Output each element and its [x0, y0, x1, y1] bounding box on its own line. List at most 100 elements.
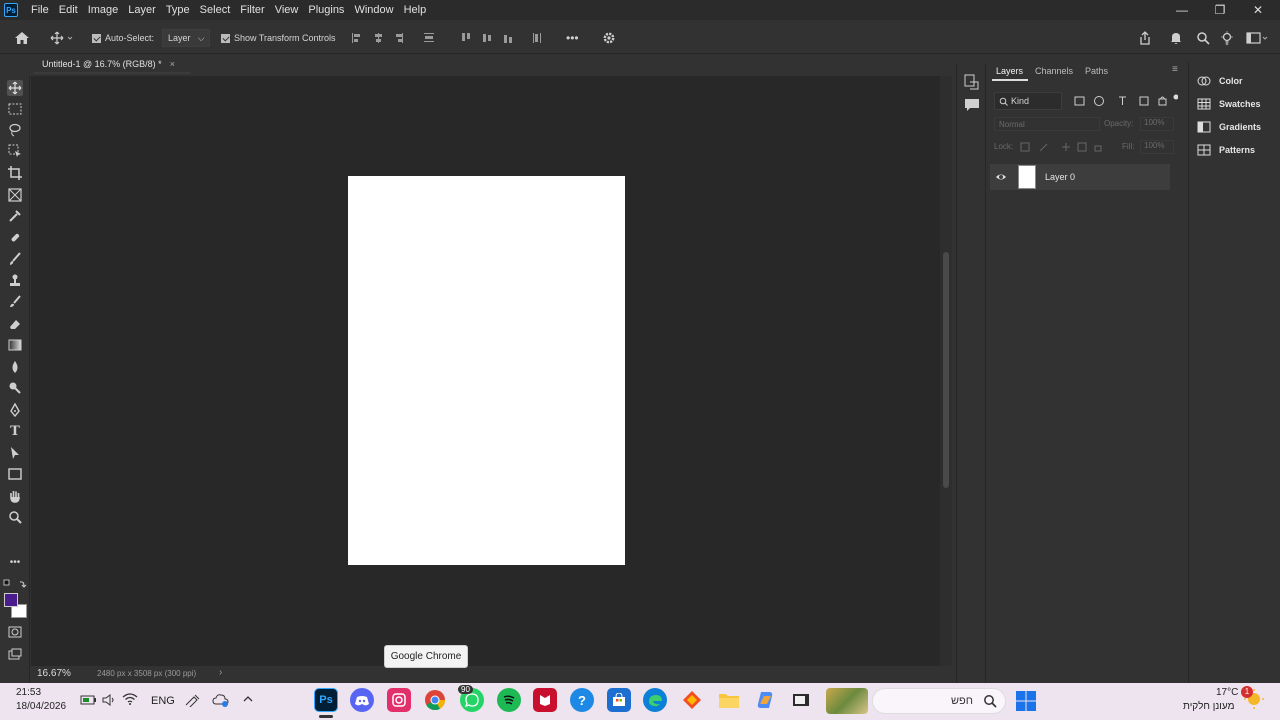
zoom-level[interactable]: 16.67%: [37, 668, 71, 679]
taskbar-terminal-icon[interactable]: [789, 688, 813, 712]
tab-channels[interactable]: Channels: [1035, 66, 1073, 76]
start-button-windows-icon[interactable]: [1015, 690, 1037, 712]
document-canvas[interactable]: [348, 176, 625, 565]
menu-edit[interactable]: Edit: [54, 0, 83, 20]
taskbar-chrome-icon[interactable]: [423, 688, 447, 712]
menu-help[interactable]: Help: [399, 0, 432, 20]
restore-button[interactable]: ❐: [1200, 0, 1240, 20]
swatches-panel-button[interactable]: Swatches: [1197, 95, 1261, 113]
widget-thumbnail-image[interactable]: [826, 688, 868, 714]
notifications-bell-icon[interactable]: [1169, 22, 1183, 54]
taskbar-office-icon[interactable]: [680, 688, 704, 712]
gradients-panel-button[interactable]: Gradients: [1197, 118, 1261, 136]
healing-brush-icon[interactable]: [7, 230, 23, 246]
close-window-button[interactable]: ✕: [1238, 0, 1278, 20]
lock-options-icons[interactable]: [1020, 141, 1102, 153]
quick-mask-icon[interactable]: [7, 624, 23, 640]
screen-mode-icon[interactable]: [7, 646, 23, 662]
language-indicator[interactable]: ENG: [151, 695, 175, 707]
layer-row[interactable]: Layer 0: [990, 164, 1170, 190]
auto-select-checkbox[interactable]: Auto-Select:: [92, 22, 154, 54]
taskbar-store-icon[interactable]: [607, 688, 631, 712]
filter-type-icons[interactable]: [1074, 94, 1178, 108]
taskbar-spotify-icon[interactable]: [497, 688, 521, 712]
history-icon[interactable]: [964, 74, 980, 90]
clock-date[interactable]: 18/04/2026: [16, 701, 66, 712]
weather-description[interactable]: מעונן חלקית: [1183, 701, 1234, 712]
search-icon[interactable]: [1196, 22, 1210, 54]
clone-stamp-icon[interactable]: [7, 273, 23, 289]
fill-field[interactable]: 100%: [1140, 140, 1174, 154]
menu-type[interactable]: Type: [161, 0, 195, 20]
pen-tool-icon[interactable]: [7, 402, 23, 418]
taskbar-discord-icon[interactable]: [350, 688, 374, 712]
wifi-icon[interactable]: [122, 693, 138, 705]
move-tool-icon[interactable]: [7, 80, 23, 96]
menu-file[interactable]: File: [26, 0, 54, 20]
foreground-color-swatch[interactable]: [4, 593, 18, 607]
menu-image[interactable]: Image: [83, 0, 124, 20]
show-hidden-icons-chevron-icon[interactable]: [242, 694, 254, 704]
discover-lightbulb-icon[interactable]: [1220, 22, 1234, 54]
home-icon[interactable]: [14, 22, 30, 54]
taskbar-get-help-icon[interactable]: ?: [570, 688, 594, 712]
taskbar-mcafee-icon[interactable]: [533, 688, 557, 712]
document-tab[interactable]: Untitled-1 @ 16.7% (RGB/8) * ×: [34, 56, 190, 74]
blend-mode-dropdown[interactable]: Normal: [994, 117, 1100, 131]
minimize-button[interactable]: —: [1162, 0, 1202, 20]
pen-menu-icon[interactable]: [184, 693, 202, 707]
object-select-tool-icon[interactable]: [7, 143, 23, 159]
menu-window[interactable]: Window: [349, 0, 398, 20]
menu-view[interactable]: View: [270, 0, 304, 20]
battery-icon[interactable]: [80, 694, 98, 706]
workspace-layout-icon[interactable]: [1246, 22, 1270, 54]
patterns-panel-button[interactable]: Patterns: [1197, 141, 1255, 159]
volume-icon[interactable]: [102, 694, 116, 706]
dodge-tool-icon[interactable]: [7, 380, 23, 396]
zoom-tool-icon[interactable]: [7, 509, 23, 525]
opacity-field[interactable]: 100%: [1140, 117, 1174, 131]
status-menu-arrow[interactable]: ›: [219, 667, 222, 678]
menu-plugins[interactable]: Plugins: [303, 0, 349, 20]
comments-icon[interactable]: [964, 97, 980, 113]
vertical-scrollbar-thumb[interactable]: [943, 252, 949, 488]
rectangle-tool-icon[interactable]: [7, 466, 23, 482]
menu-layer[interactable]: Layer: [123, 0, 161, 20]
eyedropper-tool-icon[interactable]: [7, 208, 23, 224]
swap-default-colors-icon[interactable]: [3, 576, 27, 592]
edit-toolbar-icon[interactable]: •••: [7, 554, 23, 570]
auto-select-target-dropdown[interactable]: Layer: [162, 29, 210, 47]
brush-tool-icon[interactable]: [7, 251, 23, 267]
taskbar-instagram-icon[interactable]: [387, 688, 411, 712]
gear-icon[interactable]: [602, 22, 616, 54]
taskbar-copilot-icon[interactable]: [753, 688, 777, 712]
more-options-button[interactable]: •••: [566, 22, 579, 54]
menu-select[interactable]: Select: [195, 0, 236, 20]
taskbar-photoshop-icon[interactable]: Ps: [314, 688, 338, 712]
lasso-tool-icon[interactable]: [7, 122, 23, 138]
blur-tool-icon[interactable]: [7, 359, 23, 375]
taskbar-edge-icon[interactable]: [643, 688, 667, 712]
hand-tool-icon[interactable]: [7, 488, 23, 504]
path-select-icon[interactable]: [7, 445, 23, 461]
tab-paths[interactable]: Paths: [1085, 66, 1108, 76]
color-panel-button[interactable]: Color: [1197, 72, 1243, 90]
panel-menu-icon[interactable]: ≡: [1172, 64, 1178, 75]
tab-layers[interactable]: Layers: [996, 66, 1023, 76]
layer-filter-dropdown[interactable]: Kind: [994, 92, 1062, 110]
taskbar-file-explorer-icon[interactable]: [717, 688, 741, 712]
cloud-sync-icon[interactable]: [212, 693, 230, 707]
menu-filter[interactable]: Filter: [235, 0, 269, 20]
taskbar-search-box[interactable]: חפש: [872, 688, 1006, 714]
history-brush-icon[interactable]: [7, 294, 23, 310]
gradient-tool-icon[interactable]: [7, 337, 23, 353]
layer-name[interactable]: Layer 0: [1045, 172, 1075, 182]
weather-temperature[interactable]: 17°C: [1216, 687, 1238, 698]
close-document-icon[interactable]: ×: [170, 59, 175, 69]
crop-tool-icon[interactable]: [7, 165, 23, 181]
frame-tool-icon[interactable]: [7, 187, 23, 203]
eraser-tool-icon[interactable]: [7, 316, 23, 332]
share-icon[interactable]: [1138, 22, 1152, 54]
type-tool-icon[interactable]: T: [7, 423, 23, 439]
clock-time[interactable]: 21:53: [16, 687, 41, 698]
